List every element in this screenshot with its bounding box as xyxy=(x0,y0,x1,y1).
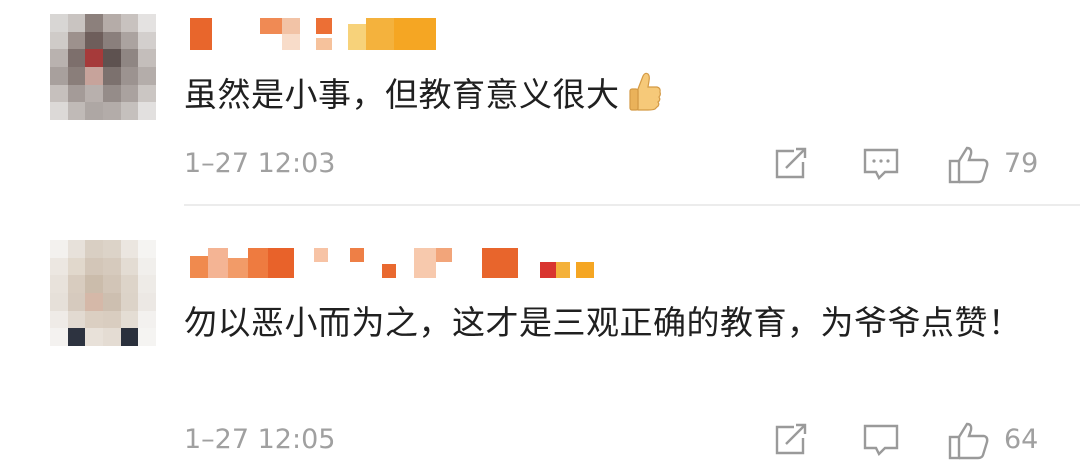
comment-icon[interactable] xyxy=(862,146,900,182)
comment-text: 虽然是小事，但教育意义很大 xyxy=(184,68,1044,128)
thumbs-up-icon[interactable] xyxy=(948,146,989,184)
username[interactable] xyxy=(186,244,626,280)
share-icon[interactable] xyxy=(772,146,810,182)
comment-text: 勿以恶小而为之，这才是三观正确的教育，为爷爷点赞！ xyxy=(184,296,1034,350)
comment-text-content: 勿以恶小而为之，这才是三观正确的教育，为爷爷点赞！ xyxy=(184,303,1022,342)
like-count: 64 xyxy=(1004,424,1039,455)
comment-time: 1–27 12:03 xyxy=(184,148,336,179)
comment-icon[interactable] xyxy=(862,422,900,458)
comment-text-content: 虽然是小事，但教育意义很大 xyxy=(184,75,620,114)
avatar[interactable] xyxy=(50,14,156,120)
like-count: 79 xyxy=(1004,148,1039,179)
comment-time: 1–27 12:05 xyxy=(184,424,336,455)
username[interactable] xyxy=(186,14,446,50)
share-icon[interactable] xyxy=(772,422,810,458)
comment-meta: 1–27 12:03 79 xyxy=(184,144,1044,184)
comment-item: 虽然是小事，但教育意义很大 1–27 12:03 79 xyxy=(0,0,1080,206)
divider xyxy=(184,204,1080,206)
comment-item: 勿以恶小而为之，这才是三观正确的教育，为爷爷点赞！ 1–27 12:05 64 xyxy=(0,208,1080,460)
thumbs-up-icon[interactable] xyxy=(948,422,989,460)
comment-meta: 1–27 12:05 64 xyxy=(184,420,1044,460)
avatar[interactable] xyxy=(50,240,156,346)
thumbs-up-emoji-icon xyxy=(628,72,662,128)
